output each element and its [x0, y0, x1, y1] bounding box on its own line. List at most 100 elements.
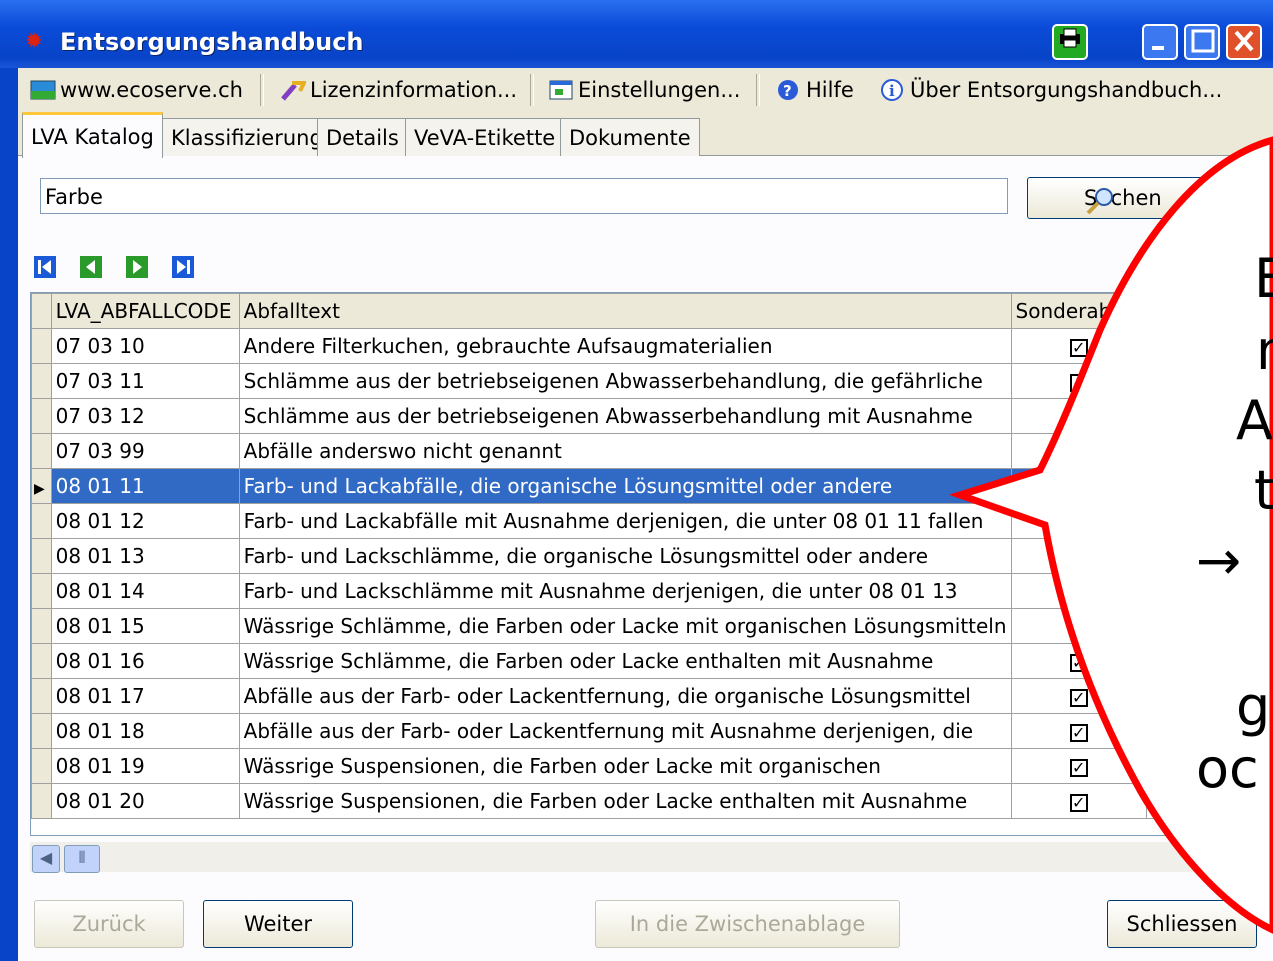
- cell-code[interactable]: 08 01 19: [50, 748, 240, 784]
- table-row[interactable]: 08 01 17 Abfälle aus der Farb- oder Lacke…: [31, 678, 1273, 714]
- horizontal-scrollbar[interactable]: ◀ ⦀ ▶: [30, 842, 1273, 873]
- table-row[interactable]: 07 03 12 Schlämme aus der betriebseigenen…: [31, 398, 1273, 434]
- cell-sonderabfall[interactable]: ✓: [1010, 608, 1147, 644]
- column-header-sonderabfall[interactable]: Sonderabfall: [1010, 293, 1147, 329]
- cell-text[interactable]: Abfälle aus der Farb- oder Lackentfernun…: [238, 678, 1012, 714]
- minimize-button[interactable]: [1142, 24, 1178, 60]
- row-selector[interactable]: [31, 608, 52, 644]
- row-selector[interactable]: [31, 713, 52, 749]
- row-selector[interactable]: [31, 503, 52, 539]
- cell-text[interactable]: Wässrige Suspensionen, die Farben oder L…: [238, 783, 1012, 819]
- maximize-button[interactable]: [1184, 24, 1220, 60]
- row-selector[interactable]: [31, 748, 52, 784]
- cell-sonderabfall[interactable]: [1010, 433, 1147, 469]
- checkbox-checked[interactable]: ✓: [1069, 339, 1088, 357]
- previous-record-icon[interactable]: [80, 256, 102, 278]
- table-row[interactable]: 08 01 20 Wässrige Suspensionen, die Farbe…: [31, 783, 1273, 819]
- cell-text[interactable]: Farb- und Lackabfälle, die organische Lö…: [238, 468, 1012, 504]
- row-selector[interactable]: [31, 573, 52, 609]
- printer-icon[interactable]: [1052, 24, 1088, 60]
- cell-text[interactable]: Andere Filterkuchen, gebrauchte Aufsaugm…: [238, 328, 1012, 364]
- cell-code[interactable]: 08 01 16: [50, 643, 240, 679]
- checkbox-unchecked[interactable]: [1178, 755, 1197, 773]
- checkbox-checked[interactable]: ✓: [1069, 759, 1088, 777]
- column-header-code[interactable]: LVA_ABFALLCODE: [50, 293, 240, 329]
- cell-code[interactable]: 07 03 99: [50, 433, 240, 469]
- checkbox-checked[interactable]: ✓: [1069, 689, 1088, 707]
- cell-text[interactable]: Abfälle anderswo nicht genannt: [238, 433, 1012, 469]
- data-grid[interactable]: LVA_ABFALLCODE Abfalltext Sonderabfall a…: [30, 292, 1273, 836]
- table-row[interactable]: 07 03 10 Andere Filterkuchen, gebrauchte …: [31, 328, 1273, 364]
- checkbox-unchecked[interactable]: [1069, 405, 1088, 423]
- table-row[interactable]: 08 01 16 Wässrige Schlämme, die Farben od…: [31, 643, 1273, 679]
- cell-sonderabfall[interactable]: ✓: [1010, 678, 1147, 714]
- next-button[interactable]: Weiter: [203, 900, 353, 948]
- cell-sonderabfall[interactable]: [1010, 398, 1147, 434]
- close-button[interactable]: [1226, 24, 1262, 60]
- scroll-thumb[interactable]: ⦀: [64, 845, 100, 873]
- cell-text[interactable]: Wässrige Schlämme, die Farben oder Lacke…: [238, 608, 1012, 644]
- menu-item-license[interactable]: Lizenzinformation...: [280, 68, 517, 112]
- cell-text[interactable]: Farb- und Lackschlämme, die organische L…: [238, 538, 1012, 574]
- table-row[interactable]: 08 01 19 Wässrige Suspensionen, die Farbe…: [31, 748, 1273, 784]
- checkbox-unchecked[interactable]: [1069, 440, 1088, 458]
- cell-text[interactable]: Abfälle aus der Farb- oder Lackentfernun…: [238, 713, 1012, 749]
- search-button[interactable]: Suchen: [1027, 177, 1227, 219]
- row-selector[interactable]: [31, 398, 52, 434]
- cell-sonderabfall[interactable]: [1010, 503, 1147, 539]
- cell-text[interactable]: Farb- und Lackabfälle mit Ausnahme derje…: [238, 503, 1012, 539]
- cell-code[interactable]: 08 01 20: [50, 783, 240, 819]
- scroll-left-icon[interactable]: ◀: [32, 845, 60, 873]
- cell-sonderabfall[interactable]: ✓: [1010, 748, 1147, 784]
- menu-item-help[interactable]: ? Hilfe: [776, 68, 854, 112]
- back-button[interactable]: Zurück: [34, 900, 184, 948]
- tab-klassifizierung[interactable]: Klassifizierung: [162, 118, 332, 156]
- table-row[interactable]: 08 01 13 Farb- und Lackschlämme, die orga…: [31, 538, 1273, 574]
- table-row[interactable]: 07 03 11 Schlämme aus der betriebseigenen…: [31, 363, 1273, 399]
- checkbox-checked[interactable]: ✓: [1069, 549, 1088, 567]
- cell-code[interactable]: 07 03 12: [50, 398, 240, 434]
- tab-dokumente[interactable]: Dokumente: [560, 118, 700, 156]
- row-selector[interactable]: [31, 328, 52, 364]
- cell-code[interactable]: 08 01 15: [50, 608, 240, 644]
- row-selector[interactable]: [31, 433, 52, 469]
- cell-code[interactable]: 08 01 12: [50, 503, 240, 539]
- tab-veva-etikette[interactable]: VeVA-Etikette: [405, 118, 565, 156]
- title-bar[interactable]: ✹ Entsorgungshandbuch: [0, 0, 1273, 68]
- cell-code[interactable]: 08 01 17: [50, 678, 240, 714]
- cell-text[interactable]: Farb- und Lackschlämme mit Ausnahme derj…: [238, 573, 1012, 609]
- cell-sonderabfall[interactable]: ✓: [1010, 538, 1147, 574]
- checkbox-checked[interactable]: ✓: [1069, 724, 1088, 742]
- cell-code[interactable]: 08 01 13: [50, 538, 240, 574]
- row-selector[interactable]: ▶: [31, 468, 52, 504]
- cell-code[interactable]: 08 01 11: [50, 468, 240, 504]
- row-selector[interactable]: [31, 783, 52, 819]
- copy-to-clipboard-button[interactable]: In die Zwischenablage: [595, 900, 900, 948]
- cell-ak[interactable]: [1145, 328, 1273, 364]
- cell-sonderabfall[interactable]: ✓: [1010, 328, 1147, 364]
- tab-lva-katalog[interactable]: LVA Katalog: [22, 112, 163, 158]
- checkbox-checked[interactable]: ✓: [1069, 619, 1088, 637]
- cell-sonderabfall[interactable]: ✓: [1010, 468, 1147, 504]
- tab-details[interactable]: Details: [317, 118, 408, 156]
- first-record-icon[interactable]: [34, 256, 56, 278]
- cell-sonderabfall[interactable]: ✓: [1010, 573, 1147, 609]
- checkbox-checked[interactable]: ✓: [1069, 479, 1088, 497]
- cell-sonderabfall[interactable]: ✓: [1010, 643, 1147, 679]
- search-input[interactable]: Farbe: [40, 178, 1008, 214]
- checkbox-checked[interactable]: ✓: [1069, 794, 1088, 812]
- next-record-icon[interactable]: [126, 256, 148, 278]
- menu-item-about[interactable]: i Über Entsorgungshandbuch...: [880, 68, 1222, 112]
- row-selector[interactable]: [31, 538, 52, 574]
- cell-text[interactable]: Wässrige Suspensionen, die Farben oder L…: [238, 748, 1012, 784]
- row-selector[interactable]: [31, 678, 52, 714]
- cell-code[interactable]: 08 01 14: [50, 573, 240, 609]
- cell-text[interactable]: Schlämme aus der betriebseigenen Abwasse…: [238, 398, 1012, 434]
- table-row[interactable]: 08 01 12 Farb- und Lackabfälle mit Ausnah…: [31, 503, 1273, 539]
- row-selector[interactable]: [31, 643, 52, 679]
- scroll-right-icon[interactable]: ▶: [1206, 845, 1234, 873]
- close-dialog-button[interactable]: Schliessen: [1107, 900, 1257, 948]
- cell-ak[interactable]: [1145, 643, 1273, 679]
- checkbox-checked[interactable]: ✓: [1069, 654, 1088, 672]
- cell-sonderabfall[interactable]: ✓: [1010, 783, 1147, 819]
